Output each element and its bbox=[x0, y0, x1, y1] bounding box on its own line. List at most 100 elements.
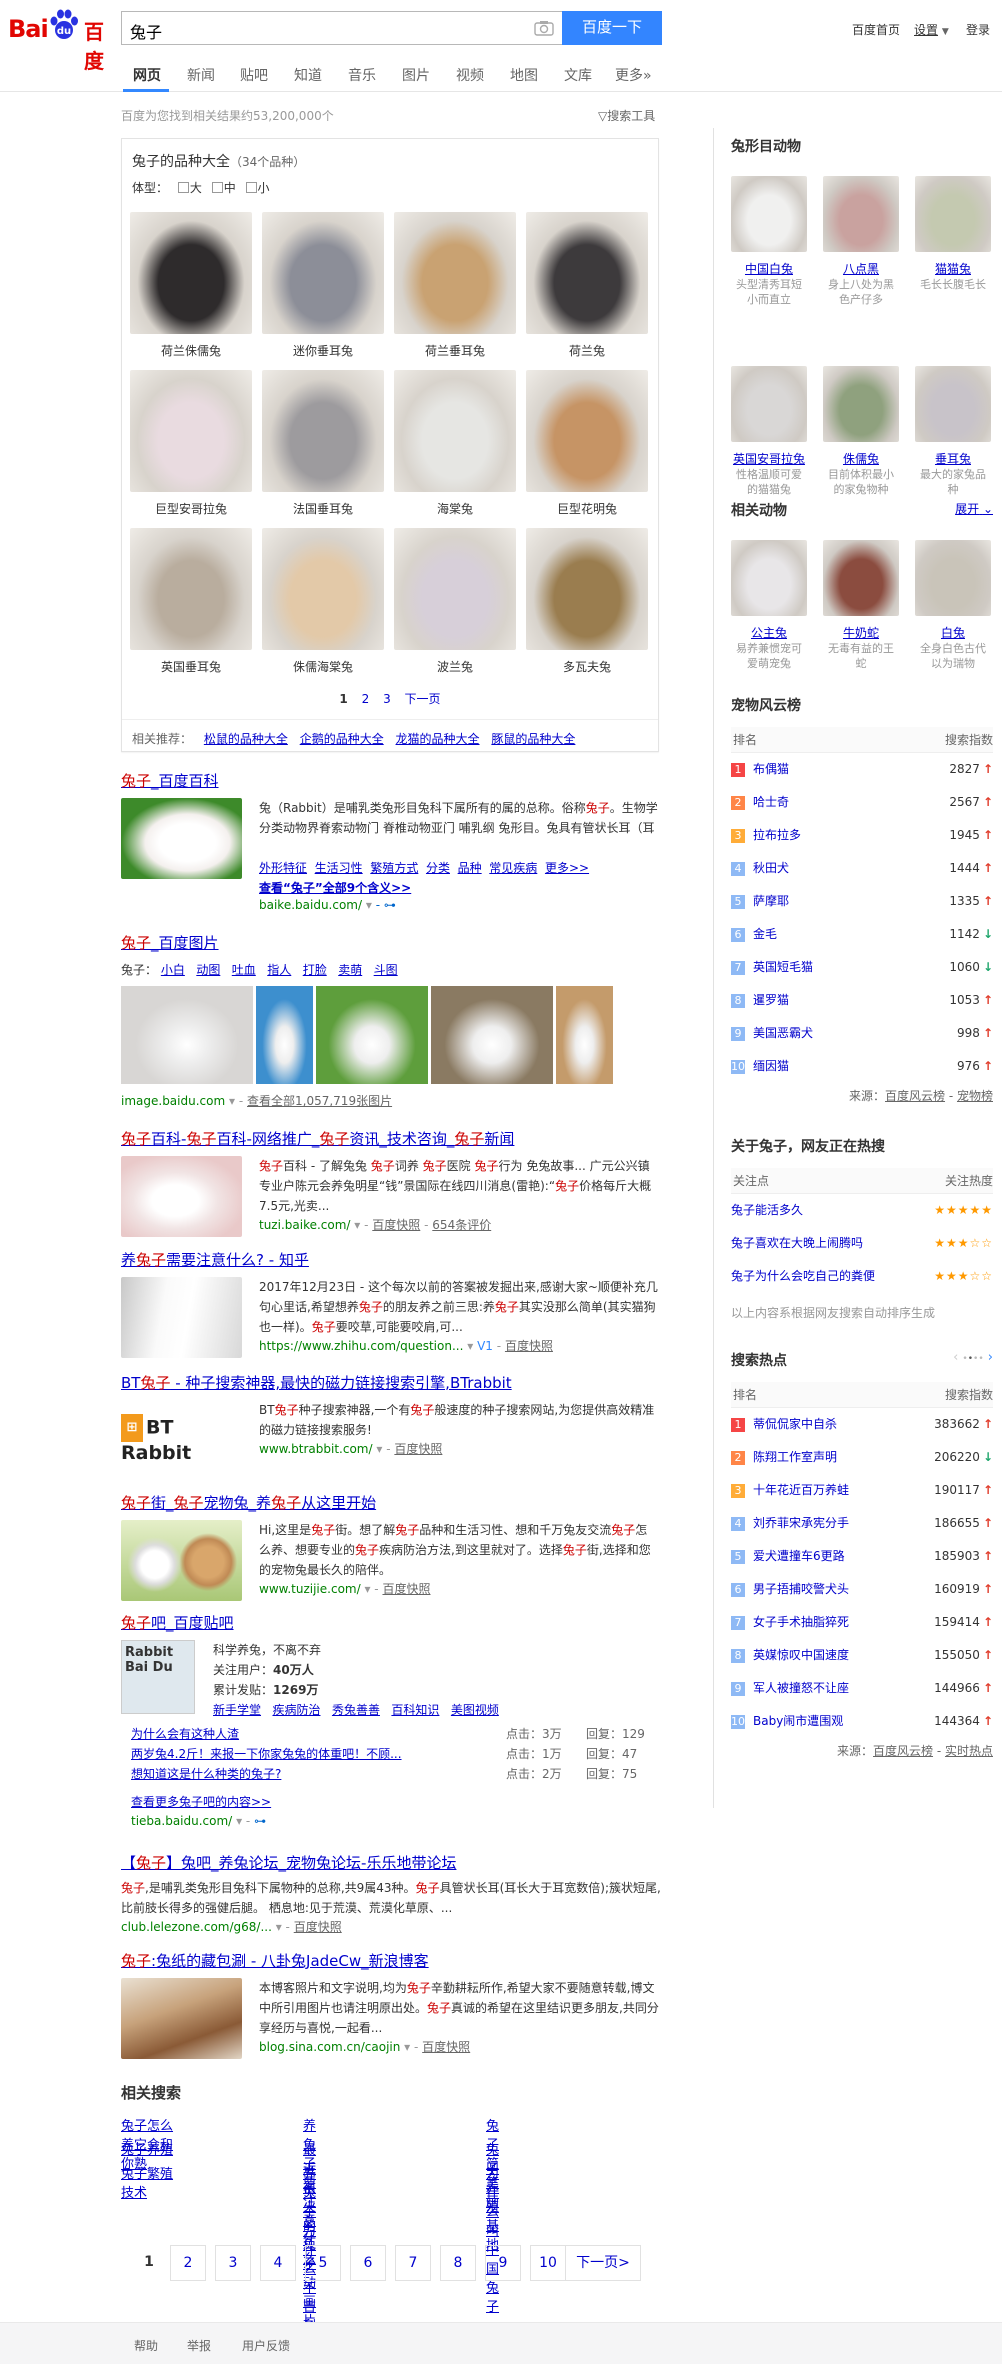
rank-row[interactable]: 兔子能活多久 ★★★★★ bbox=[731, 1194, 993, 1227]
result-title[interactable]: 兔子_百度百科 bbox=[121, 770, 661, 791]
animal-photo[interactable] bbox=[731, 366, 807, 442]
rank-item[interactable]: 哈士奇 bbox=[753, 795, 789, 809]
animal-name[interactable]: 八点黑 bbox=[823, 260, 899, 277]
rank-row[interactable]: 3 十年花近百万养蛙 190117 ↑ bbox=[731, 1474, 993, 1507]
breed-name[interactable]: 侏儒海棠兔 bbox=[262, 658, 384, 675]
card-next-page[interactable]: 下一页 bbox=[405, 690, 441, 707]
result-title[interactable]: 兔子:兔纸的藏包涮 - 八卦兔JadeCw_新浪博客 bbox=[121, 1950, 661, 1971]
rank-row[interactable]: 6 男子捂捕咬警犬头 160919 ↑ bbox=[731, 1573, 993, 1606]
filter-checkbox-small[interactable] bbox=[245, 182, 257, 193]
animal-card[interactable]: 英国安哥拉兔 性格温顺可爱的猫猫兔 bbox=[731, 366, 807, 497]
help-link[interactable]: 帮助 bbox=[134, 2337, 158, 2354]
camera-icon[interactable] bbox=[534, 20, 554, 36]
rank-item[interactable]: 缅因猫 bbox=[753, 1059, 789, 1073]
tab-images[interactable]: 图片 bbox=[402, 65, 430, 85]
search-input[interactable]: 兔子 bbox=[121, 11, 562, 45]
next-page-button[interactable]: 下一页> bbox=[565, 2245, 641, 2281]
page-10[interactable]: 10 bbox=[530, 2245, 566, 2281]
page-1[interactable]: 1 bbox=[131, 2245, 167, 2281]
page-4[interactable]: 4 bbox=[260, 2245, 296, 2281]
rank-item[interactable]: 爱犬遭撞车6更路 bbox=[753, 1549, 845, 1563]
breed-name[interactable]: 波兰兔 bbox=[394, 658, 516, 675]
animal-photo[interactable] bbox=[731, 540, 807, 616]
page-8[interactable]: 8 bbox=[440, 2245, 476, 2281]
result-title[interactable]: 兔子街_兔子宠物兔_养兔子从这里开始 bbox=[121, 1492, 661, 1513]
report-link[interactable]: 举报 bbox=[187, 2337, 211, 2354]
result-title[interactable]: 兔子百科-兔子百科-网络推广_兔子资讯_技术咨询_兔子新闻 bbox=[121, 1128, 661, 1149]
breed-name[interactable]: 法国垂耳兔 bbox=[262, 500, 384, 517]
breed-photo[interactable] bbox=[262, 528, 384, 650]
settings-link[interactable]: 设置 ▼ bbox=[914, 21, 949, 38]
breed-item[interactable]: 巨型花明兔 bbox=[526, 370, 648, 517]
image-thumb[interactable] bbox=[316, 986, 428, 1084]
animal-card[interactable]: 牛奶蛇 无毒有益的王蛇 bbox=[823, 540, 899, 671]
rank-item[interactable]: 女子手术抽脂猝死 bbox=[753, 1615, 849, 1629]
breed-item[interactable]: 侏儒海棠兔 bbox=[262, 528, 384, 675]
card-page-1[interactable]: 1 bbox=[339, 692, 347, 706]
page-9[interactable]: 9 bbox=[485, 2245, 521, 2281]
rank-row[interactable]: 5 爱犬遭撞车6更路 185903 ↑ bbox=[731, 1540, 993, 1573]
rank-item[interactable]: 秋田犬 bbox=[753, 861, 789, 875]
breed-item[interactable]: 迷你垂耳兔 bbox=[262, 212, 384, 359]
tab-news[interactable]: 新闻 bbox=[187, 65, 215, 85]
breed-photo[interactable] bbox=[394, 370, 516, 492]
result-title[interactable]: 兔子吧_百度贴吧 bbox=[121, 1612, 661, 1633]
animal-name[interactable]: 白兔 bbox=[915, 624, 991, 641]
rank-row[interactable]: 7 女子手术抽脂猝死 159414 ↑ bbox=[731, 1606, 993, 1639]
animal-name[interactable]: 英国安哥拉兔 bbox=[731, 450, 807, 467]
result-title[interactable]: 【兔子】兔吧_养兔论坛_宠物兔论坛-乐乐地带论坛 bbox=[121, 1852, 661, 1873]
page-3[interactable]: 3 bbox=[215, 2245, 251, 2281]
breed-name[interactable]: 巨型花明兔 bbox=[526, 500, 648, 517]
rank-item[interactable]: 军人被撞怒不让座 bbox=[753, 1681, 849, 1695]
tab-more[interactable]: 更多» bbox=[615, 65, 652, 85]
search-button[interactable]: 百度一下 bbox=[562, 11, 662, 45]
result-title[interactable]: 养兔子需要注意什么? - 知乎 bbox=[121, 1249, 661, 1270]
filter-checkbox-medium[interactable] bbox=[211, 182, 223, 193]
breed-name[interactable]: 多瓦夫兔 bbox=[526, 658, 648, 675]
rank-item[interactable]: 兔子为什么会吃自己的粪便 bbox=[731, 1269, 875, 1283]
trending-carousel[interactable]: ‹ •••• › bbox=[953, 1350, 993, 1365]
breed-photo[interactable] bbox=[526, 370, 648, 492]
rec-link[interactable]: 豚鼠的品种大全 bbox=[491, 732, 575, 746]
animal-card[interactable]: 侏儒兔 目前体积最小的家兔物种 bbox=[823, 366, 899, 497]
rank-item[interactable]: 萨摩耶 bbox=[753, 894, 789, 908]
animal-photo[interactable] bbox=[915, 540, 991, 616]
tab-music[interactable]: 音乐 bbox=[348, 65, 376, 85]
rec-link[interactable]: 龙猫的品种大全 bbox=[396, 732, 480, 746]
expand-link[interactable]: 展开 ⌄ bbox=[955, 500, 993, 517]
rec-link[interactable]: 企鹅的品种大全 bbox=[300, 732, 384, 746]
rank-item[interactable]: Baby闹市遭围观 bbox=[753, 1714, 843, 1728]
animal-card[interactable]: 猫猫兔 毛长长腹毛长 bbox=[915, 176, 991, 292]
rank-item[interactable]: 金毛 bbox=[753, 927, 777, 941]
animal-name[interactable]: 中国白兔 bbox=[731, 260, 807, 277]
baidu-logo[interactable]: Bai du 百度 bbox=[8, 6, 116, 73]
rank-row[interactable]: 2 哈士奇 2567 ↑ bbox=[731, 786, 993, 819]
breed-photo[interactable] bbox=[130, 528, 252, 650]
result-thumbnail[interactable] bbox=[121, 1156, 242, 1237]
btrabbit-logo[interactable]: ⊞ BT Rabbit bbox=[121, 1414, 242, 1464]
breed-item[interactable]: 法国垂耳兔 bbox=[262, 370, 384, 517]
image-thumb[interactable] bbox=[431, 986, 553, 1084]
image-thumb[interactable] bbox=[256, 986, 313, 1084]
related-item[interactable]: 兔子繁殖技术 bbox=[121, 2163, 181, 2201]
tieba-more-link[interactable]: 查看更多兔子吧的内容>> bbox=[131, 1795, 271, 1809]
rank-item[interactable]: 十年花近百万养蛙 bbox=[753, 1483, 849, 1497]
rank-row[interactable]: 9 军人被撞怒不让座 144966 ↑ bbox=[731, 1672, 993, 1705]
animal-photo[interactable] bbox=[823, 540, 899, 616]
snapshot-link[interactable]: 百度快照 bbox=[372, 1218, 420, 1232]
rank-row[interactable]: 3 拉布拉多 1945 ↑ bbox=[731, 819, 993, 852]
filter-checkbox-large[interactable] bbox=[177, 182, 189, 193]
breed-item[interactable]: 荷兰兔 bbox=[526, 212, 648, 359]
rank-row[interactable]: 7 英国短毛猫 1060 ↓ bbox=[731, 951, 993, 984]
rank-row[interactable]: 4 刘乔菲宋承宪分手 186655 ↑ bbox=[731, 1507, 993, 1540]
rank-row[interactable]: 6 金毛 1142 ↓ bbox=[731, 918, 993, 951]
animal-name[interactable]: 垂耳兔 bbox=[915, 450, 991, 467]
rank-item[interactable]: 暹罗猫 bbox=[753, 993, 789, 1007]
breed-photo[interactable] bbox=[526, 212, 648, 334]
image-thumb[interactable] bbox=[121, 986, 253, 1084]
page-6[interactable]: 6 bbox=[350, 2245, 386, 2281]
breed-photo[interactable] bbox=[394, 212, 516, 334]
breed-item[interactable]: 荷兰垂耳兔 bbox=[394, 212, 516, 359]
rank-item[interactable]: 布偶猫 bbox=[753, 762, 789, 776]
rank-item[interactable]: 蒂侃侃家中自杀 bbox=[753, 1417, 837, 1431]
